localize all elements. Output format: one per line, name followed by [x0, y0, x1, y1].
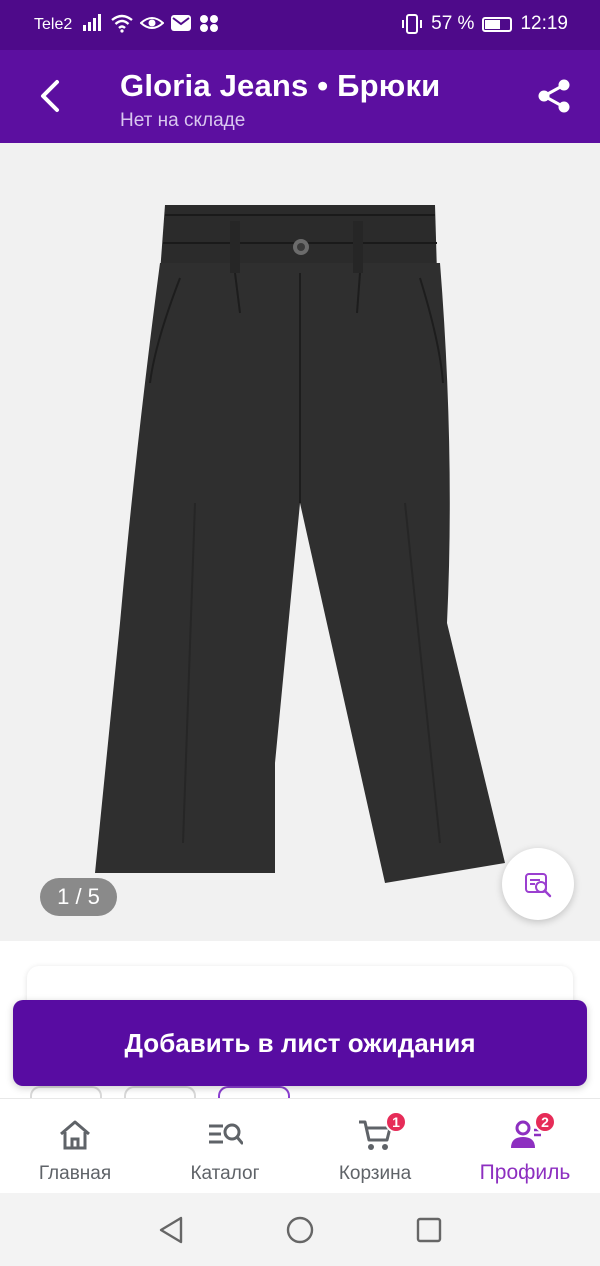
back-triangle-icon[interactable] — [157, 1215, 185, 1245]
share-button[interactable] — [534, 76, 574, 116]
back-button[interactable] — [30, 76, 70, 116]
recents-square-icon[interactable] — [415, 1216, 443, 1244]
clock: 12:19 — [520, 13, 568, 34]
profile-badge: 2 — [534, 1111, 556, 1133]
signal-icon — [83, 14, 101, 31]
nav-item-catalog[interactable]: Каталог — [150, 1099, 300, 1193]
carrier-name: Tele2 — [34, 16, 73, 33]
image-counter: 1 / 5 — [40, 878, 117, 916]
product-image — [95, 205, 505, 883]
nav-item-profile[interactable]: 2 Профиль — [450, 1099, 600, 1193]
bottom-navigation: Главная Каталог 1 Корзина 2 Профиль — [0, 1098, 600, 1193]
status-bar: Tele2 57 % 12:19 — [0, 0, 600, 50]
app-bar: Gloria Jeans • Брюки Нет на складе — [0, 50, 600, 143]
vibrate-icon — [402, 14, 423, 34]
nav-item-home[interactable]: Главная — [0, 1099, 150, 1193]
app-notification-icon — [200, 15, 218, 32]
visual-search-icon — [525, 873, 552, 898]
nav-label: Корзина — [338, 1163, 412, 1184]
nav-label: Главная — [38, 1163, 112, 1184]
chevron-left-icon — [41, 80, 59, 112]
nav-label: Каталог — [190, 1163, 260, 1184]
home-icon — [60, 1120, 90, 1150]
nav-label: Профиль — [479, 1161, 571, 1184]
stock-status: Нет на складе — [120, 110, 246, 131]
battery-percent: 57 % — [431, 13, 475, 34]
mail-icon — [171, 15, 191, 31]
system-navigation-bar — [0, 1193, 600, 1266]
page-title: Gloria Jeans • Брюки — [120, 68, 441, 103]
wifi-icon — [111, 14, 133, 33]
nav-item-cart[interactable]: 1 Корзина — [300, 1099, 450, 1193]
battery-icon — [482, 16, 513, 32]
eye-icon — [140, 17, 164, 29]
share-icon — [538, 79, 570, 113]
cart-badge: 1 — [385, 1111, 407, 1133]
catalog-search-icon — [209, 1123, 243, 1145]
visual-search-button[interactable] — [502, 848, 574, 920]
product-gallery[interactable]: 1 / 5 — [0, 143, 600, 941]
add-to-waitlist-button[interactable]: Добавить в лист ожидания — [13, 1000, 587, 1086]
home-circle-icon[interactable] — [285, 1215, 315, 1245]
